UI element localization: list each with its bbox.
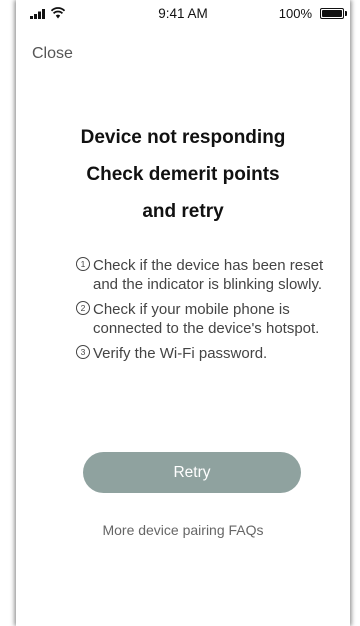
troubleshooting-steps: 1 Check if the device has been reset and… [76,256,346,369]
title-line-3: and retry [142,201,224,222]
battery-percent: 100% [278,6,312,21]
title-line-2: Check demerit points [86,164,280,185]
battery-icon [320,8,344,19]
step-number-icon: 2 [76,301,90,315]
battery-nub [345,11,347,16]
step-number-icon: 1 [76,257,90,271]
page-title: Device not responding Check demerit poin… [16,119,350,230]
step-item: 1 Check if the device has been reset and… [76,256,346,294]
step-text: Check if the device has been reset and t… [93,257,324,293]
title-line-1: Device not responding [80,127,286,148]
close-button[interactable]: Close [32,45,73,63]
retry-button[interactable]: Retry [83,452,301,493]
faq-link[interactable]: More device pairing FAQs [16,522,350,538]
step-item: 3 Verify the Wi-Fi password. [76,344,346,363]
status-bar: 9:41 AM 100% [16,0,350,26]
step-item: 2 Check if your mobile phone is connecte… [76,300,346,338]
phone-screen: 9:41 AM 100% Close Device not responding… [16,0,350,626]
step-text: Verify the Wi-Fi password. [93,345,268,362]
step-number-icon: 3 [76,345,90,359]
step-text: Check if your mobile phone is connected … [93,301,320,337]
